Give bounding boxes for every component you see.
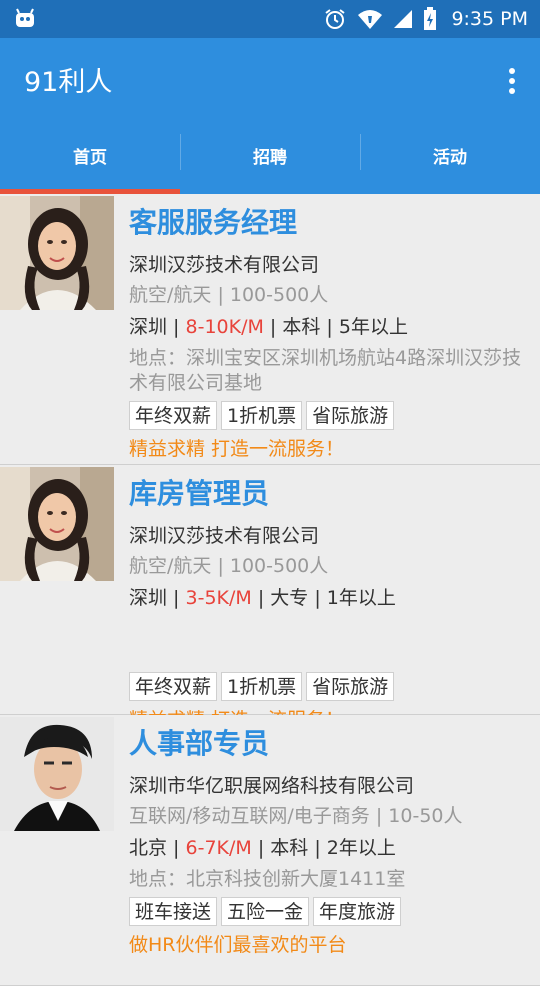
avatar [0,196,114,310]
job-city: 深圳 [129,587,168,609]
job-city: 北京 [129,837,168,859]
job-title: 客服服务经理 [129,206,298,239]
job-card[interactable]: 库房管理员 深圳汉莎技术有限公司 航空/航天 | 100-500人 深圳 | 3… [0,465,540,731]
industry-size: 互联网/移动互联网/电子商务 | 10-50人 [129,805,463,827]
avatar [0,717,114,831]
benefit-tag: 省际旅游 [306,672,395,701]
alarm-icon [325,9,346,29]
company-name: 深圳汉莎技术有限公司 [129,254,320,276]
wifi-icon [358,10,383,29]
signal-icon [394,10,413,28]
more-vert-icon[interactable] [508,68,516,94]
benefit-tag: 年度旅游 [313,897,402,926]
job-requirements: 北京 | 6-7K/M | 本科 | 2年以上 [129,837,396,859]
job-salary: 6-7K/M [185,837,252,859]
app-title: 91利人 [24,67,113,98]
job-city: 深圳 [129,316,168,338]
job-experience: 2年以上 [326,837,396,859]
company-name: 深圳市华亿职展网络科技有限公司 [129,775,415,797]
tab-home[interactable]: 首页 [0,122,180,194]
job-requirements: 深圳 | 3-5K/M | 大专 | 1年以上 [129,587,396,609]
job-list: 客服服务经理 深圳汉莎技术有限公司 航空/航天 | 100-500人 深圳 | … [0,194,540,986]
tab-recruit[interactable]: 招聘 [180,122,360,194]
benefit-tag: 1折机票 [221,401,303,430]
benefit-tag: 年终双薪 [129,672,218,701]
android-debug-icon [16,8,34,27]
job-requirements: 深圳 | 8-10K/M | 本科 | 5年以上 [129,316,408,338]
job-salary: 3-5K/M [185,587,252,609]
job-title: 库房管理员 [129,477,270,510]
tab-bar: 首页 招聘 活动 [0,122,540,194]
job-experience: 5年以上 [338,316,408,338]
job-address: 地点：深圳宝安区深圳机场航站4路深圳汉莎技术有限公司基地 [129,347,522,394]
job-degree: 本科 [282,316,321,338]
industry-size: 航空/航天 | 100-500人 [129,555,329,577]
benefit-tags: 班车接送 五险一金 年度旅游 [129,897,530,926]
benefit-tag: 五险一金 [221,897,310,926]
benefit-tag: 省际旅游 [306,401,395,430]
benefit-tags: 年终双薪 1折机票 省际旅游 [129,672,530,701]
tab-events[interactable]: 活动 [360,122,540,194]
avatar [0,467,114,581]
benefit-tag: 年终双薪 [129,401,218,430]
benefit-tag: 班车接送 [129,897,218,926]
job-degree: 大专 [270,587,309,609]
job-title: 人事部专员 [129,727,270,760]
industry-size: 航空/航天 | 100-500人 [129,284,329,306]
company-slogan: 精益求精 打造一流服务！ [129,438,345,460]
benefit-tag: 1折机票 [221,672,303,701]
benefit-tags: 年终双薪 1折机票 省际旅游 [129,401,530,430]
company-name: 深圳汉莎技术有限公司 [129,525,320,547]
job-card[interactable]: 人事部专员 深圳市华亿职展网络科技有限公司 互联网/移动互联网/电子商务 | 1… [0,715,540,986]
job-address [129,617,530,667]
company-slogan: 做HR伙伴们最喜欢的平台 [129,934,347,956]
status-bar: 9:35 PM [0,0,540,38]
job-address: 地点：北京科技创新大厦1411室 [129,868,406,890]
job-card[interactable]: 客服服务经理 深圳汉莎技术有限公司 航空/航天 | 100-500人 深圳 | … [0,194,540,465]
job-degree: 本科 [270,837,309,859]
app-bar: 91利人 [0,38,540,122]
battery-icon [424,7,437,30]
job-experience: 1年以上 [326,587,396,609]
status-time: 9:35 PM [451,8,528,30]
job-salary: 8-10K/M [185,316,264,338]
